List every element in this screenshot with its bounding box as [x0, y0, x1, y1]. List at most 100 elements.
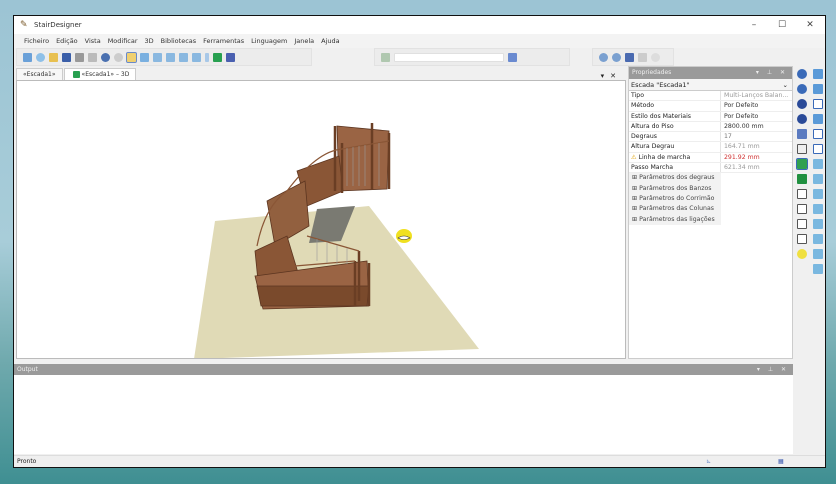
close-button[interactable]: ✕: [797, 16, 823, 34]
property-group[interactable]: ⊞ Parâmetros das ligações: [629, 214, 721, 225]
stair-diagonal-icon[interactable]: [166, 52, 175, 62]
zoom-in-icon[interactable]: [599, 52, 608, 62]
save-icon[interactable]: [62, 52, 71, 62]
view-left-icon[interactable]: [813, 128, 823, 139]
output-content[interactable]: [14, 375, 793, 454]
property-row[interactable]: Degraus 17: [629, 132, 792, 143]
panel-pin-close-buttons[interactable]: ▾ ⊥ ✕: [757, 364, 789, 375]
iso-top-se-icon[interactable]: [813, 248, 823, 259]
zoom-window-icon[interactable]: [638, 52, 647, 62]
iso-nw-icon[interactable]: [813, 173, 823, 184]
menu-3d[interactable]: 3D: [145, 37, 154, 45]
grid-status-icon[interactable]: ▦: [778, 456, 784, 468]
group-label: Parâmetros das Colunas: [639, 205, 714, 213]
new-icon[interactable]: [23, 52, 32, 62]
orbit-vertical-icon[interactable]: [797, 83, 807, 94]
property-row[interactable]: Passo Marcha 621.34 mm: [629, 163, 792, 174]
column-icon[interactable]: [205, 52, 209, 62]
light-icon[interactable]: [797, 248, 807, 259]
zoom-extents-icon[interactable]: [625, 52, 634, 62]
tab-escada1-3d[interactable]: «Escada1» – 3D: [63, 68, 137, 80]
zoom-out-icon[interactable]: [612, 52, 621, 62]
undo-icon[interactable]: [101, 52, 110, 62]
stair-straight-icon[interactable]: [153, 52, 162, 62]
stair-curve-icon[interactable]: [192, 52, 201, 62]
group-label: Parâmetros das ligações: [639, 215, 715, 223]
hidden-lines-icon[interactable]: [797, 203, 807, 214]
iso-ne-icon[interactable]: [813, 158, 823, 169]
menu-edicao[interactable]: Edição: [56, 37, 78, 45]
wireframe-icon[interactable]: [797, 188, 807, 199]
3d-viewport[interactable]: [16, 80, 626, 359]
view-top-icon[interactable]: [813, 68, 823, 79]
view-right-icon[interactable]: [813, 143, 823, 154]
iso-top-ne-icon[interactable]: [813, 218, 823, 229]
walk-icon[interactable]: [797, 128, 807, 139]
iso-top-nw-icon[interactable]: [813, 233, 823, 244]
menu-modificar[interactable]: Modificar: [108, 37, 138, 45]
orbit-icon[interactable]: [797, 68, 807, 79]
tab-menu-close-buttons[interactable]: ▾✕: [601, 72, 626, 80]
redo-icon[interactable]: [114, 52, 123, 62]
property-row[interactable]: Altura Degrau 164.71 mm: [629, 142, 792, 153]
menu-bibliotecas[interactable]: Bibliotecas: [161, 37, 196, 45]
snap-icon[interactable]: [381, 52, 390, 62]
view-back-icon[interactable]: [813, 113, 823, 124]
solid-view-icon[interactable]: [796, 157, 808, 170]
open-icon[interactable]: [49, 52, 58, 62]
stair-steps-icon[interactable]: [179, 52, 188, 62]
property-row[interactable]: Tipo Multi-Lanços Balan...: [629, 91, 792, 102]
maximize-button[interactable]: ☐: [769, 16, 795, 34]
iso-se-icon[interactable]: [813, 188, 823, 199]
property-key: Altura Degrau: [629, 142, 721, 152]
property-group[interactable]: ⊞ Parâmetros dos Banzos: [629, 183, 721, 194]
object-selector[interactable]: Escada "Escada1" ⌄: [629, 79, 792, 91]
view-front-icon[interactable]: [813, 98, 823, 109]
print-preview-icon[interactable]: [88, 52, 97, 62]
snap-status-icon[interactable]: ⊾: [706, 456, 711, 468]
stair-3d-scene[interactable]: [17, 81, 626, 359]
tab-escada1[interactable]: «Escada1»: [16, 68, 63, 80]
rotate-z-icon[interactable]: [797, 113, 807, 124]
property-value: 291.92 mm: [724, 153, 760, 161]
output-header: Output ▾ ⊥ ✕: [14, 364, 793, 375]
property-row[interactable]: Altura do Piso 2800.00 mm: [629, 121, 792, 133]
property-row[interactable]: Estilo dos Materiais Por Defeito: [629, 111, 792, 122]
properties-header: Propriedades ▾ ⊥ ✕: [629, 67, 792, 79]
view-bottom-icon[interactable]: [813, 83, 823, 94]
menu-ajuda[interactable]: Ajuda: [321, 37, 339, 45]
property-key: Estilo dos Materiais: [629, 111, 721, 121]
shaded-view-icon[interactable]: [797, 173, 807, 184]
property-group[interactable]: ⊞ Parâmetros das Colunas: [629, 204, 721, 215]
menu-vista[interactable]: Vista: [85, 37, 101, 45]
menu-linguagem[interactable]: Linguagem: [251, 37, 287, 45]
minimize-button[interactable]: –: [741, 16, 767, 34]
front-face-icon[interactable]: [797, 218, 807, 229]
menu-janela[interactable]: Janela: [294, 37, 314, 45]
property-group[interactable]: ⊞ Parâmetros do Corrimão: [629, 193, 721, 205]
menu-ficheiro[interactable]: Ficheiro: [24, 37, 49, 45]
view-toolbar-right: [810, 66, 826, 276]
menu-ferramentas[interactable]: Ferramentas: [203, 37, 244, 45]
grid-icon[interactable]: [508, 52, 517, 62]
snap-toolbar: [374, 48, 570, 66]
iso-sw-icon[interactable]: [813, 203, 823, 214]
property-group[interactable]: ⊞ Parâmetros dos degraus: [629, 173, 721, 184]
back-face-icon[interactable]: [797, 233, 807, 244]
web-icon[interactable]: [36, 52, 45, 62]
stair-l-icon[interactable]: [140, 52, 149, 62]
3d-tab-icon: [72, 71, 80, 78]
group-label: Parâmetros do Corrimão: [639, 194, 715, 202]
print-icon[interactable]: [75, 52, 84, 62]
panel-pin-close-buttons[interactable]: ▾ ⊥ ✕: [756, 67, 788, 79]
3d-view-icon[interactable]: [213, 52, 222, 62]
iso-top-sw-icon[interactable]: [813, 263, 823, 274]
rotate-icon[interactable]: [797, 98, 807, 109]
property-row[interactable]: Método Por Defeito: [629, 101, 792, 112]
box-icon[interactable]: [797, 143, 807, 154]
layer-select[interactable]: [394, 52, 504, 62]
property-row[interactable]: ⚠ Linha de marcha 291.92 mm: [629, 152, 792, 164]
render-icon[interactable]: [226, 52, 235, 62]
properties-icon[interactable]: [126, 51, 137, 63]
pan-hand-icon[interactable]: [651, 52, 660, 62]
